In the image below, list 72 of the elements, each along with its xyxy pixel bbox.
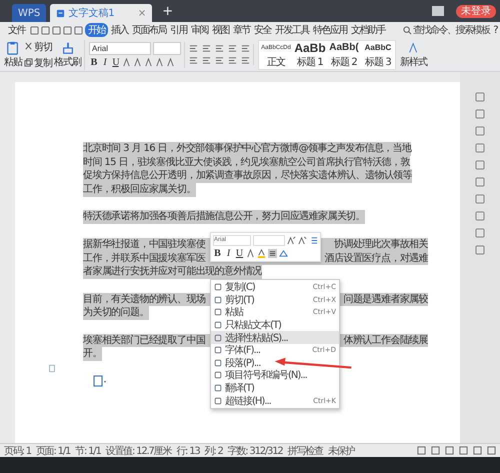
text-fragment: 工作，积极回应家属关切。: [83, 184, 196, 196]
text-fragment: 据新华社报道，中国驻埃塞使: [83, 238, 206, 252]
ribbon-tab[interactable]: 页面布局: [131, 23, 167, 37]
text-fragment: 埃塞相关部门已经提取了中国: [83, 334, 206, 348]
ribbon-tab[interactable]: 开始: [85, 23, 108, 37]
text-fragment: 目前，有关遗物的辨认、现场: [83, 292, 206, 306]
ribbon-tab[interactable]: 文档助手: [350, 23, 386, 37]
status-item: 行: 13: [176, 444, 200, 458]
copy-button[interactable]: 复制: [24, 56, 52, 70]
grow-font-icon[interactable]: [287, 236, 296, 245]
status-item: 字数: 312/312: [228, 444, 283, 458]
document-tab[interactable]: WPS: [12, 4, 46, 22]
menu-item[interactable]: 段落(P)...: [211, 356, 339, 370]
status-item: 节: 1/1: [75, 444, 101, 458]
search-icon: [403, 26, 412, 34]
style-preset[interactable]: AaBbC 标题 3: [361, 40, 395, 68]
text-fragment: 时间 15 日，驻埃塞俄比亚大使谈践，约见埃塞航空公司首席执行官特沃德，敦: [83, 156, 410, 168]
italic-button[interactable]: I: [224, 248, 233, 259]
ribbon-tab[interactable]: 开发工具: [274, 23, 310, 37]
text-fragment: 工作，并联系中国援埃塞军医: [83, 252, 206, 266]
ribbon-tab[interactable]: 特色应用: [312, 23, 348, 37]
brush-icon: [60, 40, 74, 54]
text-fragment: 问题是遇难者家属较: [343, 292, 428, 306]
document-icon: [56, 8, 66, 18]
align-left-icon[interactable]: [241, 44, 250, 53]
ribbon-tab[interactable]: 安全: [253, 23, 272, 37]
menu-item[interactable]: 选择性粘贴(S)...: [211, 331, 339, 344]
underline-button[interactable]: U: [235, 248, 244, 259]
new-tab-button[interactable]: +: [156, 4, 180, 18]
search-field[interactable]: 查找命令、搜索模板: [403, 24, 492, 36]
document-tab[interactable]: 文字文稿1 ×: [50, 4, 152, 22]
status-item: 列: 2: [204, 444, 223, 458]
bold-button[interactable]: B: [213, 248, 222, 259]
status-item: 页码: 1: [4, 444, 31, 458]
ribbon-tab[interactable]: 审阅: [190, 23, 209, 37]
menu-item[interactable]: 翻译(T): [211, 382, 339, 394]
new-style-button[interactable]: 新样式: [400, 40, 427, 68]
text-fragment: 北京时间 3 月 16 日，外交部领事保护中心官方微博@领事之声发布信息，当地: [83, 143, 412, 154]
ribbon-tab[interactable]: 插入: [110, 23, 129, 37]
text-fragment: 者家属进行安抚并应对可能出现的意外情况: [83, 266, 262, 278]
font-size-field[interactable]: [253, 235, 285, 246]
ribbon-tab[interactable]: 章节: [232, 23, 251, 37]
text-fragment: 酒店设置医疗点，对遇难: [324, 252, 428, 266]
style-preset[interactable]: AaBb( 标题 2: [327, 40, 361, 68]
help-button[interactable]: ?: [493, 24, 497, 36]
text-fragment: 特沃德承诺将加强各项善后措施信息公开，努力回应遇难家属关切。: [83, 211, 366, 222]
status-item: 页面: 1/1: [36, 444, 70, 458]
italic-button[interactable]: I: [100, 56, 109, 68]
menu-item[interactable]: 项目符号和编号(N)...: [211, 369, 339, 382]
status-item: 未保护: [328, 444, 354, 458]
cut-button[interactable]: 剪切: [24, 40, 52, 54]
font-size-field[interactable]: [153, 42, 181, 54]
ribbon-tab[interactable]: 视图: [211, 23, 230, 37]
text-fragment: 促埃方保持信息公开透明，加紧调查事故原因，尽快落实遗体辨认、遗物认领等: [83, 170, 412, 182]
status-item: 拼写检查: [288, 444, 323, 458]
ribbon-tab[interactable]: 引用: [169, 23, 188, 37]
font-name-field[interactable]: Arial: [89, 42, 151, 54]
format-painter-button[interactable]: 格式刷: [54, 40, 81, 68]
style-preset[interactable]: AaBb 标题 1: [293, 40, 327, 68]
paste-button[interactable]: 粘贴: [4, 40, 22, 68]
bold-button[interactable]: B: [89, 56, 98, 68]
text-fragment: 开。: [83, 348, 102, 360]
text-fragment: 体辨认工作会陆续展: [343, 334, 428, 348]
status-item: 设置值: 12.7厘米: [106, 444, 172, 458]
text-fragment: 为关切的问题。: [83, 307, 149, 318]
menu-item[interactable]: 只粘贴文本(T): [211, 318, 339, 332]
account-button[interactable]: 未登录: [456, 4, 496, 18]
underline-button[interactable]: U: [111, 56, 120, 68]
text-fragment: 协调处理此次事故相关: [334, 238, 428, 252]
shrink-font-icon[interactable]: [298, 236, 307, 245]
file-menu[interactable]: 文件: [8, 23, 25, 37]
paste-options-icon[interactable]: [93, 374, 107, 387]
